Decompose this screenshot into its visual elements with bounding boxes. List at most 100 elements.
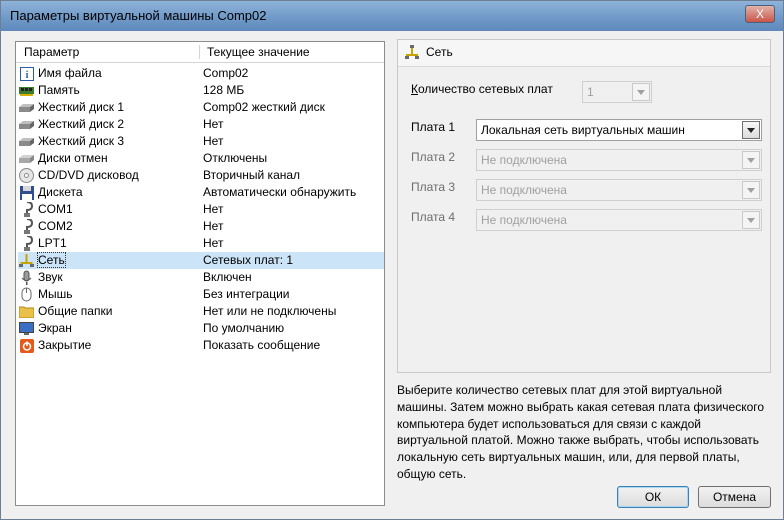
chevron-down-icon [742,211,760,229]
info-icon: i [19,66,34,81]
adapter-label: Плата 3 [411,180,456,194]
list-item[interactable]: Мышь Без интеграции [18,286,384,303]
list-item[interactable]: COM1 Нет [18,201,384,218]
item-label: Мышь [38,287,73,301]
adapter-value: Не подключена [481,153,567,167]
list-item[interactable]: Память 128 МБ [18,82,384,99]
list-item[interactable]: Общие папки Нет или не подключены [18,303,384,320]
port-icon [19,202,34,217]
item-value: Нет или не подключены [203,304,337,318]
dialog-window: Параметры виртуальной машины Comp02 X Па… [0,0,784,520]
item-value: Автоматически обнаружить [203,185,357,199]
settings-list[interactable]: Параметр Текущее значение i Имя файла Comp… [15,41,385,506]
title-bar[interactable]: Параметры виртуальной машины Comp02 X [1,1,783,31]
list-item[interactable]: Жесткий диск 1 Comp02 жесткий диск [18,99,384,116]
list-item[interactable]: COM2 Нет [18,218,384,235]
item-value: Нет [203,236,224,250]
item-value: Отключены [203,151,268,165]
folder-icon [19,304,34,319]
list-item[interactable]: Звук Включен [18,269,384,286]
list-item[interactable]: i Имя файла Comp02 [18,65,384,82]
adapter-label: Плата 2 [411,150,456,164]
adapter-value: Локальная сеть виртуальных машин [481,123,685,137]
adapter-count-label-rest: оличество сетевых плат [418,82,553,96]
list-item[interactable]: Диски отмен Отключены [18,150,384,167]
hard-disk-icon [19,100,34,115]
item-value: Сетевых плат: 1 [203,253,294,267]
adapter-select: Не подключена [476,179,762,201]
item-label: Имя файла [38,66,102,80]
memory-icon [19,83,34,98]
adapter-label: Плата 1 [411,120,456,134]
item-label: COM2 [38,219,73,233]
cancel-button[interactable]: Отмена [698,486,771,508]
adapter-value: Не подключена [481,213,567,227]
item-value: Показать сообщение [203,338,321,352]
cd-icon [19,168,34,183]
mouse-icon [19,287,34,302]
ok-button[interactable]: ОК [617,486,689,508]
item-value: Включен [203,270,252,284]
item-value: Нет [203,202,224,216]
item-value: Нет [203,219,224,233]
port-icon [19,236,34,251]
adapter-label: Плата 4 [411,210,456,224]
list-item[interactable]: Дискета Автоматически обнаружить [18,184,384,201]
undo-disk-icon [19,151,34,166]
item-label: Экран [38,321,72,335]
adapter-count-select[interactable]: 1 [582,81,652,103]
display-icon [19,321,34,336]
adapter-select[interactable]: Локальная сеть виртуальных машин [476,119,762,141]
item-label: LPT1 [38,236,67,250]
chevron-down-icon [742,151,760,169]
adapter-count-value: 1 [587,85,594,99]
close-button[interactable]: X [745,5,775,23]
svg-text:i: i [25,70,28,81]
network-settings-panel: Сеть Количество сетевых плат 1 Плата 1 Ло… [397,39,771,373]
item-label: Закрытие [38,338,92,352]
list-header: Параметр Текущее значение [16,42,384,63]
adapter-select: Не подключена [476,149,762,171]
item-label: Память [38,83,80,97]
item-label: Сеть [37,252,66,268]
chevron-down-icon [742,121,760,139]
adapter-value: Не подключена [481,183,567,197]
item-value: Вторичный канал [203,168,301,182]
item-value: Без интеграции [203,287,290,301]
hard-disk-icon [19,134,34,149]
item-label: CD/DVD дисковод [38,168,139,182]
list-item[interactable]: Закрытие Показать сообщение [18,337,384,354]
item-label: Дискета [38,185,83,199]
chevron-down-icon [742,181,760,199]
list-item[interactable]: Сеть Сетевых плат: 1 [18,252,384,269]
item-label: Звук [38,270,63,284]
network-icon [19,253,34,268]
port-icon [19,219,34,234]
list-item[interactable]: CD/DVD дисковод Вторичный канал [18,167,384,184]
item-label: COM1 [38,202,73,216]
power-icon [19,338,34,353]
hard-disk-icon [19,117,34,132]
adapter-select: Не подключена [476,209,762,231]
item-value: Comp02 жесткий диск [203,100,325,114]
column-header-value[interactable]: Текущее значение [207,45,310,59]
floppy-icon [19,185,34,200]
network-icon [404,44,420,60]
panel-header: Сеть [398,40,770,67]
window-title: Параметры виртуальной машины Comp02 [10,8,267,23]
item-value: По умолчанию [203,321,285,335]
item-label: Жесткий диск 3 [38,134,125,148]
list-item[interactable]: Экран По умолчанию [18,320,384,337]
panel-title: Сеть [426,45,453,59]
item-label: Жесткий диск 2 [38,117,125,131]
column-header-param[interactable]: Параметр [24,45,79,59]
item-value: 128 МБ [203,83,245,97]
list-item[interactable]: LPT1 Нет [18,235,384,252]
list-item[interactable]: Жесткий диск 3 Нет [18,133,384,150]
item-value: Comp02 [203,66,249,80]
adapter-count-label: Количество сетевых плат [411,82,553,96]
help-description: Выберите количество сетевых плат для это… [397,383,765,481]
item-label: Диски отмен [38,151,108,165]
item-label: Жесткий диск 1 [38,100,125,114]
list-item[interactable]: Жесткий диск 2 Нет [18,116,384,133]
